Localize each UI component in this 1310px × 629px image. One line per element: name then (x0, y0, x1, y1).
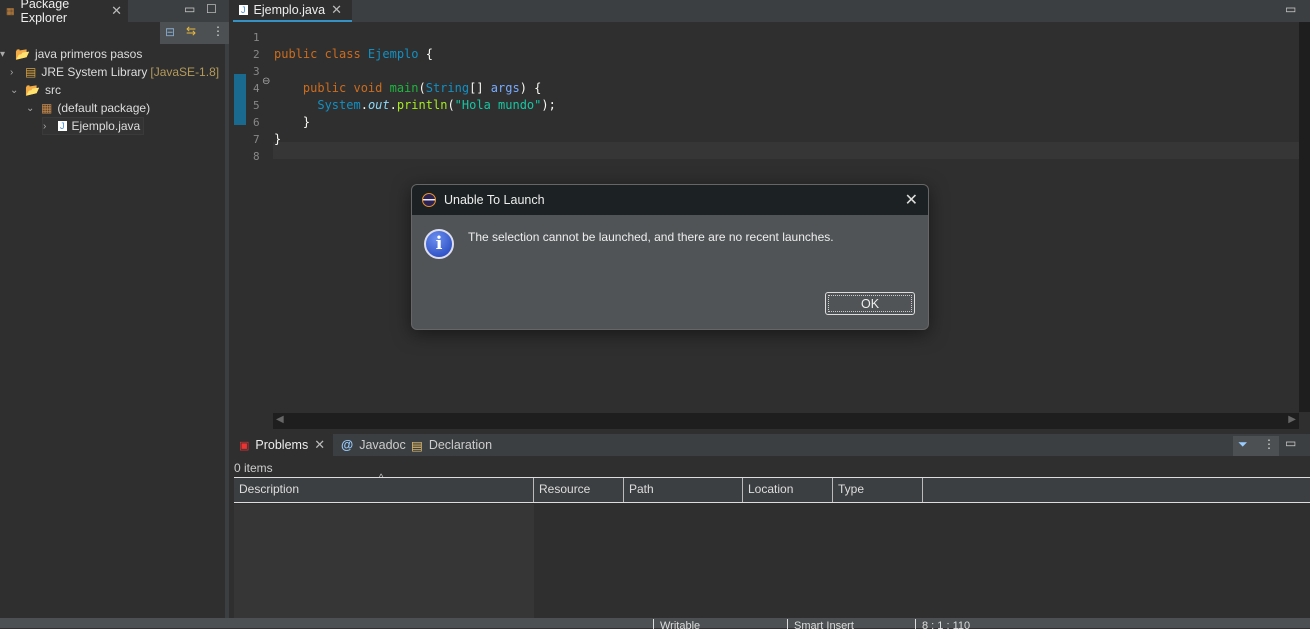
javadoc-icon: @ (341, 438, 354, 452)
column-type[interactable]: Type (833, 478, 923, 502)
view-menu-icon[interactable]: ⋮ (212, 24, 224, 38)
tree-item-project[interactable]: ▾ 📂 java primeros pasos (0, 45, 142, 63)
scroll-right-icon[interactable]: ▶ (1288, 414, 1296, 425)
line-number: 2 (253, 48, 260, 61)
close-icon[interactable]: ✕ (111, 3, 122, 19)
code-token: } (274, 132, 282, 146)
tab-declaration[interactable]: ▤ Declaration (405, 434, 498, 456)
package-explorer-icon: ▦ (6, 5, 15, 16)
code-token: System (274, 98, 361, 112)
description-column-body (234, 504, 534, 618)
code-token: println (396, 98, 448, 112)
code-token: ( (447, 98, 455, 112)
line-number: 8 (253, 150, 260, 163)
eclipse-icon (422, 193, 436, 207)
link-editor-icon[interactable]: ⇆ (186, 24, 196, 38)
vertical-scrollbar[interactable] (1299, 22, 1310, 412)
info-icon: i (424, 229, 454, 259)
code-token: String (425, 81, 470, 95)
tab-problems[interactable]: ▣ Problems ✕ (233, 434, 333, 456)
java-file-icon: J (239, 5, 248, 15)
code-token: args (490, 81, 520, 95)
dialog-title: Unable To Launch (444, 193, 545, 207)
change-marker (234, 74, 246, 125)
line-number: 5 (253, 99, 260, 112)
items-count: 0 items (234, 461, 273, 475)
fold-icon[interactable]: ⊖ (262, 76, 270, 87)
code-token: out (367, 98, 390, 112)
view-menu-icon[interactable]: ⋮ (1263, 437, 1275, 451)
code-token: { (425, 47, 433, 61)
code-line: System.out.println("Hola mundo"); (274, 97, 556, 114)
code-token: [] (469, 81, 491, 95)
scroll-left-icon[interactable]: ◀ (276, 414, 284, 425)
code-token: main (389, 81, 419, 95)
filter-icon[interactable]: ⏷ (1238, 437, 1248, 452)
package-explorer: ▦ Package Explorer ✕ ▭ ☐ ⊟ ⇆ ⋮ ▾ 📂 java pr… (0, 0, 229, 618)
close-icon[interactable]: ✕ (331, 2, 342, 18)
java-file-icon: J (58, 121, 67, 131)
line-number: 7 (253, 133, 260, 146)
column-path[interactable]: Path (624, 478, 743, 502)
project-icon: 📂 (15, 47, 30, 61)
maximize-icon[interactable]: ☐ (206, 2, 217, 16)
tab-javadoc[interactable]: @ Javadoc (335, 434, 412, 456)
tree-item-default-package[interactable]: ⌄ ▦ (default package) (26, 99, 150, 117)
unable-to-launch-dialog: Unable To Launch ✕ i The selection canno… (411, 184, 929, 330)
code-token: public class (274, 47, 368, 61)
dialog-titlebar: Unable To Launch ✕ (412, 185, 928, 215)
code-token: ); (541, 98, 556, 112)
column-description[interactable]: Description ^ (234, 472, 534, 502)
tree-item-ejemplo-java[interactable]: › J Ejemplo.java (42, 117, 145, 135)
sort-ascending-icon: ^ (379, 472, 384, 482)
dialog-message: The selection cannot be launched, and th… (468, 230, 834, 244)
tree-item-jre[interactable]: › ▤ JRE System Library [JavaSE-1.8] (10, 63, 219, 81)
problems-icon: ▣ (239, 439, 250, 452)
code-line: public class Ejemplo { (274, 46, 433, 63)
code-token: "Hola mundo" (454, 98, 542, 112)
code-token: ) { (519, 81, 542, 95)
view-toolbar: ⊟ ⇆ ⋮ (160, 22, 229, 44)
code-token: ( (418, 81, 426, 95)
ok-button[interactable]: OK (825, 292, 915, 315)
declaration-icon: ▤ (411, 438, 423, 453)
code-line: public void main(String[] args) { (274, 80, 541, 97)
current-line-highlight (273, 142, 1299, 159)
collapse-all-icon[interactable]: ⊟ (165, 25, 175, 39)
code-token: . (360, 98, 368, 112)
code-line: } (274, 114, 310, 131)
line-number: 1 (253, 31, 260, 44)
minimize-icon[interactable]: ▭ (1285, 2, 1296, 16)
code-token: } (274, 115, 311, 129)
code-line: } (274, 131, 281, 148)
code-token: . (389, 98, 397, 112)
line-number: 6 (253, 116, 260, 129)
code-token: Ejemplo (367, 47, 426, 61)
status-bar: Writable Smart Insert 8 : 1 : 110 (0, 618, 1310, 629)
tab-package-explorer[interactable]: ▦ Package Explorer ✕ (0, 0, 128, 25)
horizontal-scrollbar[interactable]: ◀ ▶ (273, 413, 1299, 429)
problems-view: ▣ Problems ✕ @ Javadoc ▤ Declaration ⏷ ⋮ ▭… (233, 434, 1310, 618)
tree-item-src[interactable]: ⌄ 📂 src (10, 81, 61, 99)
library-icon: ▤ (25, 65, 37, 79)
minimize-icon[interactable]: ▭ (1285, 436, 1296, 450)
tab-ejemplo-java[interactable]: J Ejemplo.java ✕ (233, 0, 352, 22)
minimize-icon[interactable]: ▭ (184, 2, 195, 16)
folder-icon: 📂 (25, 83, 40, 97)
column-resource[interactable]: Resource (534, 478, 624, 502)
package-icon: ▦ (41, 101, 53, 115)
column-location[interactable]: Location (743, 478, 833, 502)
code-token: public void (274, 81, 390, 95)
close-icon[interactable]: ✕ (314, 437, 325, 453)
close-icon[interactable]: ✕ (905, 190, 918, 210)
